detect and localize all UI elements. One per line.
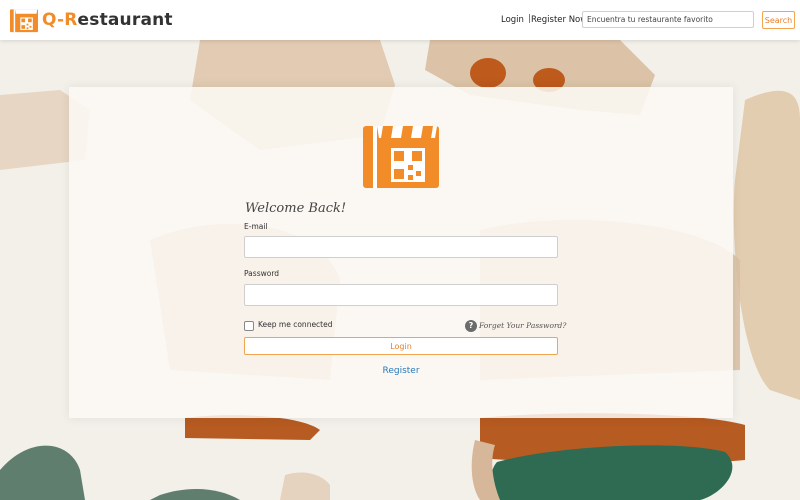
nav-login-link[interactable]: Login — [501, 15, 524, 25]
password-field[interactable] — [244, 284, 558, 306]
search-button[interactable]: Search — [762, 11, 795, 29]
email-field[interactable] — [244, 236, 558, 258]
keep-connected-checkbox[interactable] — [244, 321, 254, 331]
qr-store-icon — [363, 126, 439, 188]
welcome-heading: Welcome Back! — [245, 201, 347, 216]
brand-name: Q-Restaurant — [42, 10, 173, 30]
question-circle-icon: ? — [465, 320, 477, 332]
brand-logo[interactable]: Q-Restaurant — [10, 7, 173, 33]
login-button[interactable]: Login — [244, 337, 558, 355]
password-label: Password — [244, 269, 280, 278]
login-card: Welcome Back! E-mail Password Keep me co… — [69, 87, 733, 418]
register-link[interactable]: Register — [69, 366, 733, 376]
restaurant-search-input[interactable] — [582, 11, 754, 28]
keep-connected-label[interactable]: Keep me connected — [258, 320, 333, 329]
qr-store-icon — [10, 9, 38, 33]
top-navbar: Q-Restaurant Login | Register Now! Searc… — [0, 0, 800, 40]
forgot-password-link[interactable]: Forget Your Password? — [479, 321, 566, 330]
email-label: E-mail — [244, 222, 268, 231]
